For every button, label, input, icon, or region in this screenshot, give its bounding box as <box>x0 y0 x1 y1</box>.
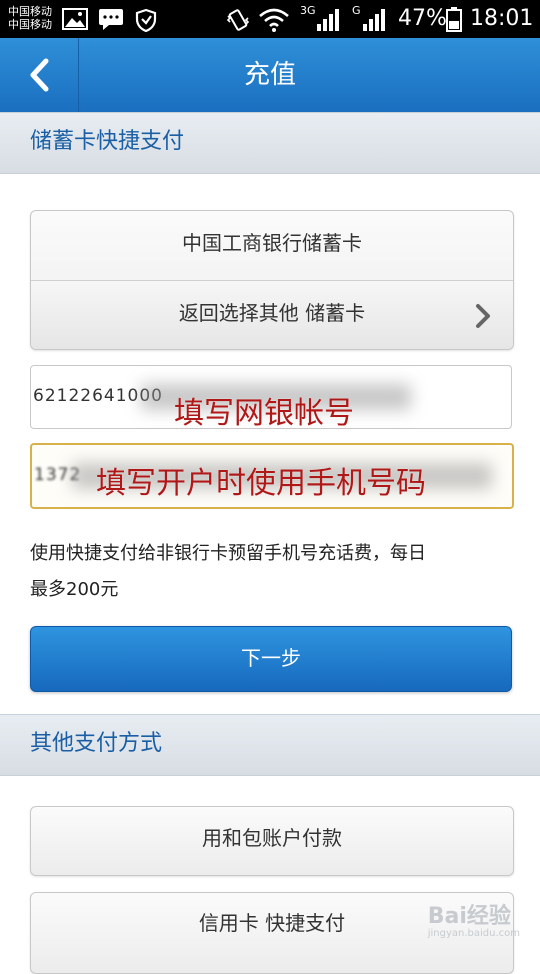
choose-other-card-button[interactable]: 返回选择其他 储蓄卡 <box>31 280 513 349</box>
battery-percent: 47% <box>398 6 447 31</box>
carrier-1: 中国移动 <box>8 5 52 18</box>
carrier-2: 中国移动 <box>8 18 52 31</box>
signal-icon-1 <box>317 9 339 31</box>
next-step-button[interactable]: 下一步 <box>30 626 512 692</box>
phone-number-overlay-annotation: 填写开户时使用手机号码 <box>96 466 426 501</box>
network-type-1: 3G <box>300 4 316 17</box>
carrier-names: 中国移动 中国移动 <box>8 5 52 31</box>
info-text-line-2: 最多200元 <box>30 579 119 600</box>
message-icon <box>99 9 123 30</box>
page-title: 充值 <box>243 60 296 90</box>
status-bar: 中国移动 中国移动 3G G 47% 18:01 <box>0 0 540 38</box>
network-type-2: G <box>352 4 361 17</box>
wifi-icon <box>259 8 289 32</box>
clock: 18:01 <box>470 6 534 31</box>
watermark-url: jingyan.baidu.com <box>427 928 520 939</box>
bank-card-selector: 中国工商银行储蓄卡 返回选择其他 储蓄卡 <box>30 210 514 350</box>
battery-icon <box>446 7 462 32</box>
debit-section-header: 储蓄卡快捷支付 <box>0 112 540 174</box>
signal-icon-2 <box>363 9 385 31</box>
other-payment-section-header: 其他支付方式 <box>0 714 540 776</box>
choose-other-card-label: 返回选择其他 储蓄卡 <box>178 301 366 325</box>
quick-pay-info-text: 使用快捷支付给非银行卡预留手机号充话费，每日 最多200元 <box>30 536 510 608</box>
shield-icon <box>135 8 157 32</box>
selected-bank-card[interactable]: 中国工商银行储蓄卡 <box>31 211 513 279</box>
card-number-overlay-annotation: 填写网银帐号 <box>174 396 354 431</box>
gallery-icon <box>62 8 88 30</box>
debit-section-title: 储蓄卡快捷支付 <box>30 129 185 154</box>
vibrate-icon <box>226 9 250 31</box>
title-bar: 充值 <box>0 38 540 112</box>
info-text-line-1: 使用快捷支付给非银行卡预留手机号充话费，每日 <box>30 543 426 564</box>
watermark-text: Bai经验 <box>427 904 511 929</box>
other-payment-section-title: 其他支付方式 <box>30 731 163 756</box>
chevron-right-icon <box>476 304 490 328</box>
pay-with-hebao-button[interactable]: 用和包账户付款 <box>30 806 514 876</box>
baidu-jingyan-watermark: Bai经验 jingyan.baidu.com <box>428 898 520 939</box>
